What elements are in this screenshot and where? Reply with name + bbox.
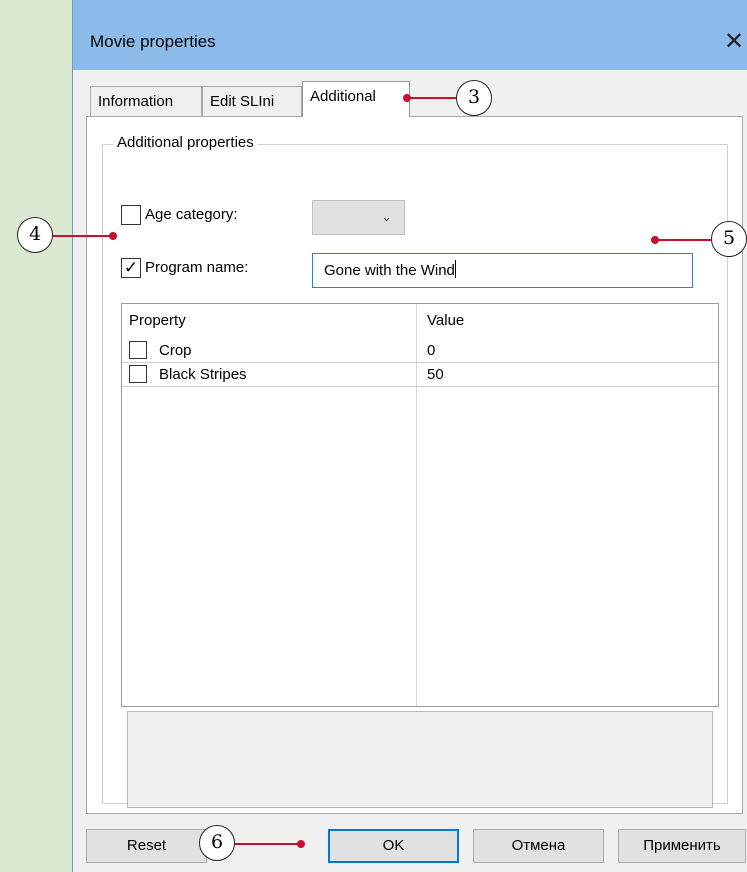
dialog-title: Movie properties	[90, 32, 216, 51]
program-name-value: Gone with the Wind	[324, 262, 455, 279]
ok-button[interactable]: OK	[328, 829, 459, 863]
cell-value: 50	[427, 366, 444, 383]
tab-edit-slini[interactable]: Edit SLIni	[202, 86, 302, 116]
cancel-button[interactable]: Отмена	[473, 829, 604, 863]
cell-value: 0	[427, 342, 436, 359]
age-category-label: Age category:	[145, 206, 238, 223]
callout-3-dot	[403, 94, 411, 102]
callout-3-leader	[408, 97, 456, 99]
column-header-property[interactable]: Property	[129, 312, 186, 329]
row-checkbox[interactable]	[129, 341, 147, 359]
tab-label: Edit SLIni	[210, 93, 275, 110]
callout-4: 4	[17, 217, 53, 253]
group-title: Additional properties	[113, 134, 258, 151]
column-header-value[interactable]: Value	[427, 312, 464, 329]
chevron-down-icon: ⌄	[381, 209, 392, 224]
program-name-input[interactable]: Gone with the Wind	[312, 253, 693, 288]
reset-button[interactable]: Reset	[86, 829, 207, 863]
close-icon[interactable]: ✕	[720, 28, 747, 58]
callout-6-dot	[297, 840, 305, 848]
tab-panel-additional: Additional properties Age category: ⌄ ✓ …	[86, 116, 743, 814]
callout-5-leader	[655, 239, 711, 241]
tab-label: Information	[98, 93, 174, 110]
apply-button[interactable]: Применить	[618, 829, 746, 863]
program-name-label: Program name:	[145, 259, 249, 276]
age-category-checkbox[interactable]	[121, 205, 141, 225]
program-name-checkbox[interactable]: ✓	[121, 258, 141, 278]
cell-property: Crop	[159, 342, 192, 359]
callout-3: 3	[456, 80, 492, 116]
properties-table[interactable]: Property Value Crop 0 Black Stripes 50	[121, 303, 719, 707]
text-caret	[454, 260, 456, 278]
callout-4-leader	[53, 235, 113, 237]
title-bar[interactable]: Movie properties ✕	[73, 0, 747, 70]
row-checkbox[interactable]	[129, 365, 147, 383]
callout-6: 6	[199, 825, 235, 861]
tab-additional[interactable]: Additional	[302, 81, 410, 117]
callout-5: 5	[711, 221, 747, 257]
table-row[interactable]: Black Stripes 50	[122, 363, 718, 387]
callout-4-dot	[109, 232, 117, 240]
tab-information[interactable]: Information	[90, 86, 202, 116]
checkmark-icon: ✓	[123, 258, 139, 277]
additional-properties-group: Additional properties Age category: ⌄ ✓ …	[102, 134, 728, 808]
cell-property: Black Stripes	[159, 366, 247, 383]
movie-properties-dialog: Movie properties ✕ Information Edit SLIn…	[72, 0, 747, 872]
table-header: Property Value	[122, 304, 718, 332]
tab-label: Additional	[310, 88, 376, 105]
age-category-dropdown[interactable]: ⌄	[312, 200, 405, 235]
description-panel	[127, 711, 713, 808]
table-row[interactable]: Crop 0	[122, 339, 718, 363]
callout-6-leader	[235, 843, 301, 845]
